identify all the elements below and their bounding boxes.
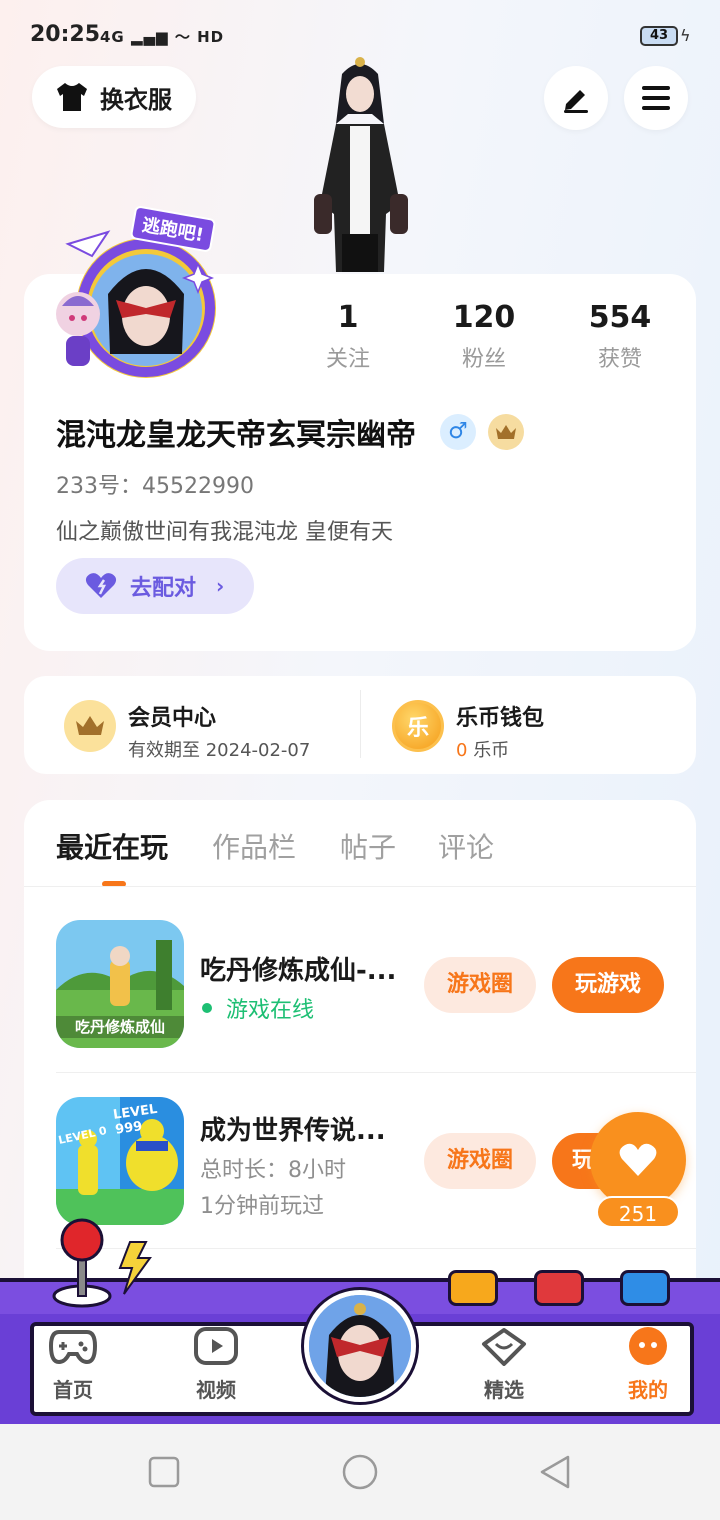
back-triangle-icon[interactable] (538, 1454, 572, 1494)
gamepad-icon (48, 1330, 98, 1365)
play-game-button[interactable]: 玩游戏 (552, 957, 664, 1013)
pen-icon (564, 90, 588, 113)
vip-center-entry[interactable]: 会员中心 有效期至 2024-02-07 (128, 700, 310, 762)
user-id-label: 233号： (56, 474, 142, 499)
tab-recent-played[interactable]: 最近在玩 (56, 826, 168, 866)
nav-home-label: 首页 (53, 1378, 93, 1402)
wallet-title: 乐币钱包 (456, 706, 545, 731)
game-thumbnail[interactable]: 吃丹修炼成仙 (56, 920, 184, 1048)
change-outfit-label: 换衣服 (100, 85, 172, 114)
signal-bars-icon: ▂▄▆ (130, 28, 169, 46)
vip-center-title: 会员中心 (128, 706, 217, 731)
nav-me[interactable]: 我的 (603, 1326, 693, 1403)
game-circle-button[interactable]: 游戏圈 (424, 1133, 536, 1189)
wallet-entry[interactable]: 乐币钱包 0 乐币 (456, 700, 544, 762)
game-duration: 总时长：8小时 (200, 1158, 346, 1183)
stat-followers-value: 120 (452, 300, 516, 335)
vip-crown-icon (64, 700, 116, 752)
card-divider (360, 690, 361, 758)
like-count: 251 (596, 1196, 680, 1228)
game-circle-button[interactable]: 游戏圈 (424, 957, 536, 1013)
stat-following-label: 关注 (325, 347, 370, 372)
online-dot-icon (202, 1003, 212, 1013)
game-online-status: 游戏在线 (202, 992, 314, 1024)
arcade-button-red (534, 1270, 584, 1306)
stat-followers[interactable]: 120 粉丝 (419, 300, 549, 373)
heart-chat-icon (482, 1328, 526, 1366)
status-time: 20:25 (30, 22, 101, 47)
coin-icon: 乐 (392, 700, 444, 752)
avatar-figure[interactable] (302, 54, 418, 274)
row-divider (56, 1072, 696, 1073)
wallet-amount: 0 (456, 740, 468, 761)
nav-featured[interactable]: 精选 (459, 1326, 549, 1403)
game-last-played: 1分钟前玩过 (200, 1194, 324, 1219)
nav-me-label: 我的 (628, 1378, 668, 1402)
stat-following[interactable]: 1 关注 (283, 300, 413, 373)
joystick-icon (52, 1214, 162, 1314)
game-thumbnail[interactable]: LEVEL 0 LEVEL 999 (56, 1097, 184, 1225)
profile-avatar[interactable]: 逃跑吧! (48, 204, 224, 390)
arcade-button-yellow (448, 1270, 498, 1306)
charging-icon: ϟ (680, 26, 691, 45)
heart-icon (619, 1143, 657, 1176)
wallet-unit: 乐币 (473, 740, 510, 761)
stat-likes[interactable]: 554 获赞 (555, 300, 685, 373)
nav-home[interactable]: 首页 (28, 1326, 118, 1403)
nav-featured-label: 精选 (484, 1378, 524, 1402)
game-title[interactable]: 成为世界传说... (200, 1110, 386, 1147)
floating-like-button[interactable] (590, 1112, 686, 1208)
user-id-value: 45522990 (142, 474, 254, 499)
stat-followers-label: 粉丝 (461, 347, 506, 372)
match-label: 去配对 (130, 576, 197, 601)
change-outfit-button[interactable]: 换衣服 (32, 66, 196, 128)
tabs-divider (24, 886, 696, 887)
menu-button[interactable] (624, 66, 688, 130)
home-circle-icon[interactable] (342, 1454, 378, 1494)
heart-icon (85, 573, 117, 598)
tab-posts[interactable]: 帖子 (340, 826, 396, 866)
tab-works[interactable]: 作品栏 (212, 826, 296, 866)
battery-icon: 43 (640, 26, 678, 46)
battery-level: 43 (649, 28, 669, 43)
stat-following-value: 1 (337, 300, 359, 335)
profile-face-icon (629, 1327, 667, 1365)
recent-apps-icon[interactable] (148, 1456, 180, 1492)
nav-video[interactable]: 视频 (171, 1326, 261, 1403)
user-bio: 仙之巅傲世间有我混沌龙 皇便有天 (56, 520, 393, 545)
tshirt-icon (57, 83, 87, 111)
vip-expiry: 有效期至 2024-02-07 (128, 740, 311, 761)
chevron-right-icon: › (216, 574, 225, 598)
signal-4g-label: 4G (100, 28, 125, 46)
match-button[interactable]: 去配对 › (56, 558, 254, 614)
user-id: 233号：45522990 (56, 468, 254, 500)
game-thumb-title: 吃丹修炼成仙 (74, 1018, 165, 1036)
stat-likes-label: 获赞 (597, 347, 642, 372)
edit-profile-button[interactable] (544, 66, 608, 130)
wallet-balance: 0 乐币 (456, 736, 544, 762)
male-icon: ♂ (440, 414, 476, 450)
game-title[interactable]: 吃丹修炼成仙-... (200, 950, 396, 987)
hamburger-menu-icon (642, 86, 670, 110)
username: 混沌龙皇龙天帝玄冥宗幽帝 (56, 418, 416, 453)
arcade-button-blue (620, 1270, 670, 1306)
play-video-icon (194, 1327, 238, 1365)
hd-label: HD (197, 28, 225, 46)
wifi-icon: 〜 (174, 28, 191, 46)
center-avatar-button[interactable] (304, 1290, 416, 1402)
nav-video-label: 视频 (196, 1378, 236, 1402)
status-signal-icons: 4G ▂▄▆ 〜 HD (100, 26, 224, 47)
crown-icon[interactable] (488, 414, 524, 450)
stat-likes-value: 554 (588, 300, 652, 335)
tab-comments[interactable]: 评论 (438, 826, 494, 866)
game-online-label: 游戏在线 (226, 998, 315, 1023)
